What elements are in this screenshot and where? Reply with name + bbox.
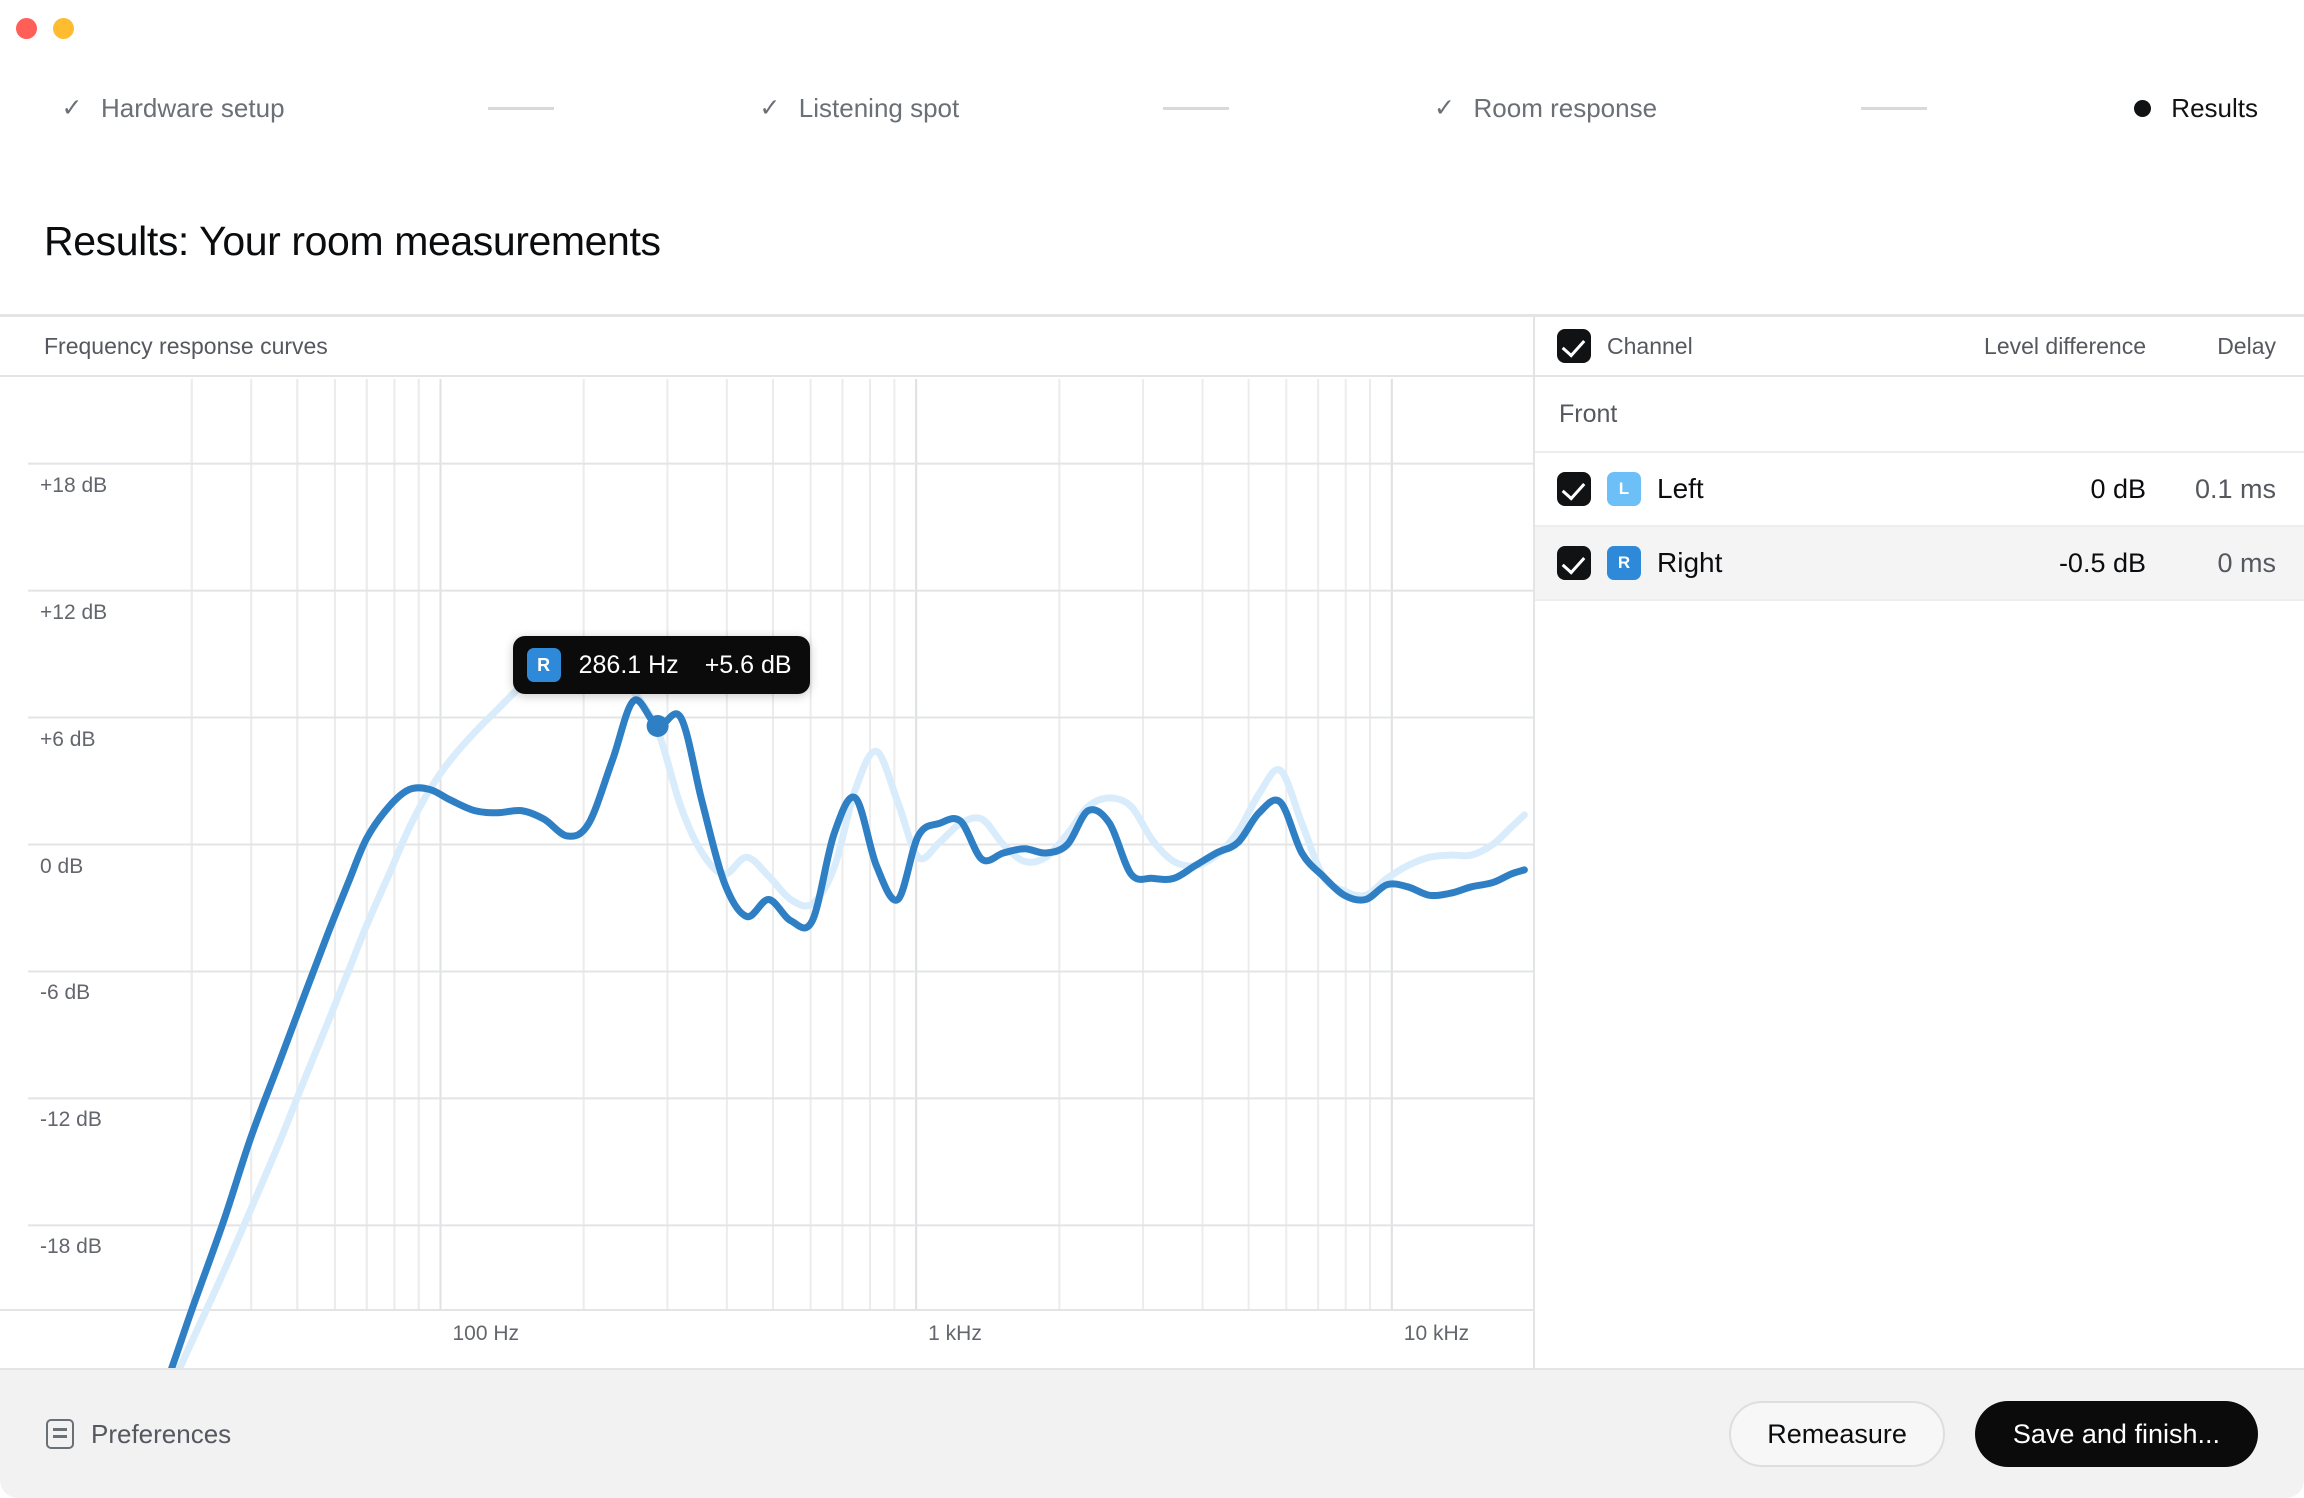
step-room-response[interactable]: ✓ Room response <box>1433 92 1658 124</box>
table-row[interactable]: L Left 0 dB 0.1 ms <box>1535 453 2304 527</box>
x-axis-tick: 1 kHz <box>928 1322 982 1345</box>
step-listening-spot[interactable]: ✓ Listening spot <box>758 93 959 124</box>
traffic-lights <box>16 18 74 39</box>
tooltip-values: 286.1 Hz +5.6 dB <box>579 651 792 680</box>
save-and-finish-button[interactable]: Save and finish... <box>1974 1401 2258 1467</box>
preferences-icon <box>46 1419 74 1449</box>
channel-badge-r: R <box>526 648 561 682</box>
preferences-button[interactable]: Preferences <box>46 1419 231 1450</box>
remeasure-button[interactable]: Remeasure <box>1729 1401 1945 1467</box>
tooltip-frequency: 286.1 Hz <box>578 650 679 679</box>
chart-tooltip: R 286.1 Hz +5.6 dB <box>512 636 810 694</box>
header-level-difference: Level difference <box>1984 332 2146 359</box>
channel-level-difference: 0 dB <box>2090 473 2146 504</box>
channels-panel: Channel Level difference Delay Front L L… <box>1535 317 2304 1368</box>
step-connector <box>1657 106 2130 110</box>
y-axis-tick: 0 dB <box>40 854 84 878</box>
row-channel-cell: R Right <box>1557 546 1896 580</box>
step-label: Listening spot <box>798 92 960 123</box>
table-row[interactable]: R Right -0.5 dB 0 ms <box>1535 527 2304 601</box>
channel-name: Right <box>1657 547 1723 578</box>
close-window-button[interactable] <box>16 18 37 39</box>
step-label: Room response <box>1473 92 1658 123</box>
header-delay: Delay <box>2217 332 2276 359</box>
chart-panel: Frequency response curves +18 dB +12 dB +6… <box>0 317 1535 1368</box>
page-title: Results: Your room measurements <box>44 218 661 264</box>
y-axis-tick: +6 dB <box>40 727 96 751</box>
channel-group-front: Front <box>1535 377 2304 453</box>
step-connector <box>959 106 1432 110</box>
y-axis-tick: -6 dB <box>40 981 91 1005</box>
header-channel-cell: Channel <box>1557 329 1896 363</box>
x-axis-tick: 10 kHz <box>1403 1322 1470 1345</box>
step-connector <box>285 106 758 110</box>
channel-badge-l: L <box>1607 472 1641 506</box>
channel-level-difference: -0.5 dB <box>2058 547 2146 578</box>
main-content: Frequency response curves +18 dB +12 dB +6… <box>0 317 2304 1368</box>
frequency-response-chart[interactable]: +18 dB +12 dB +6 dB 0 dB -6 dB -12 dB -18 dB 1… <box>0 379 1533 1368</box>
title-bar <box>0 0 2304 52</box>
wizard-stepper: ✓ Hardware setup ✓ Listening spot ✓ Room… <box>0 78 2304 138</box>
channel-badge-r: R <box>1607 546 1641 580</box>
footer-toolbar: Preferences Remeasure Save and finish... <box>0 1368 2304 1498</box>
channel-name: Left <box>1657 473 1704 504</box>
step-hardware-setup[interactable]: ✓ Hardware setup <box>60 93 285 124</box>
y-axis-tick: -18 dB <box>40 1235 102 1259</box>
minimize-window-button[interactable] <box>53 18 74 39</box>
tooltip-level: +5.6 dB <box>704 650 792 679</box>
select-all-checkbox[interactable] <box>1557 329 1591 363</box>
channel-delay: 0 ms <box>2217 547 2276 578</box>
bullet-icon <box>2130 96 2154 120</box>
channel-delay: 0.1 ms <box>2194 473 2276 504</box>
y-axis-tick: +18 dB <box>40 473 108 497</box>
step-results[interactable]: Results <box>2130 93 2258 124</box>
step-label: Hardware setup <box>101 92 285 123</box>
x-axis-tick: 100 Hz <box>452 1322 520 1345</box>
channels-table-header: Channel Level difference Delay <box>1535 317 2304 377</box>
check-icon: ✓ <box>1434 93 1455 122</box>
row-checkbox-right[interactable] <box>1557 546 1591 580</box>
chart-svg <box>0 379 1533 1368</box>
y-axis-tick: +12 dB <box>40 600 108 624</box>
header-channel-label: Channel <box>1607 332 1693 359</box>
row-channel-cell: L Left <box>1557 472 1896 506</box>
row-checkbox-left[interactable] <box>1557 472 1591 506</box>
check-icon: ✓ <box>759 93 781 122</box>
chart-panel-header: Frequency response curves <box>0 317 1533 377</box>
step-label: Results <box>2171 92 2258 123</box>
app-window: ✓ Hardware setup ✓ Listening spot ✓ Room… <box>0 0 2304 1498</box>
y-axis-tick: -12 dB <box>40 1108 102 1132</box>
check-icon: ✓ <box>61 93 83 122</box>
preferences-label: Preferences <box>91 1418 232 1449</box>
